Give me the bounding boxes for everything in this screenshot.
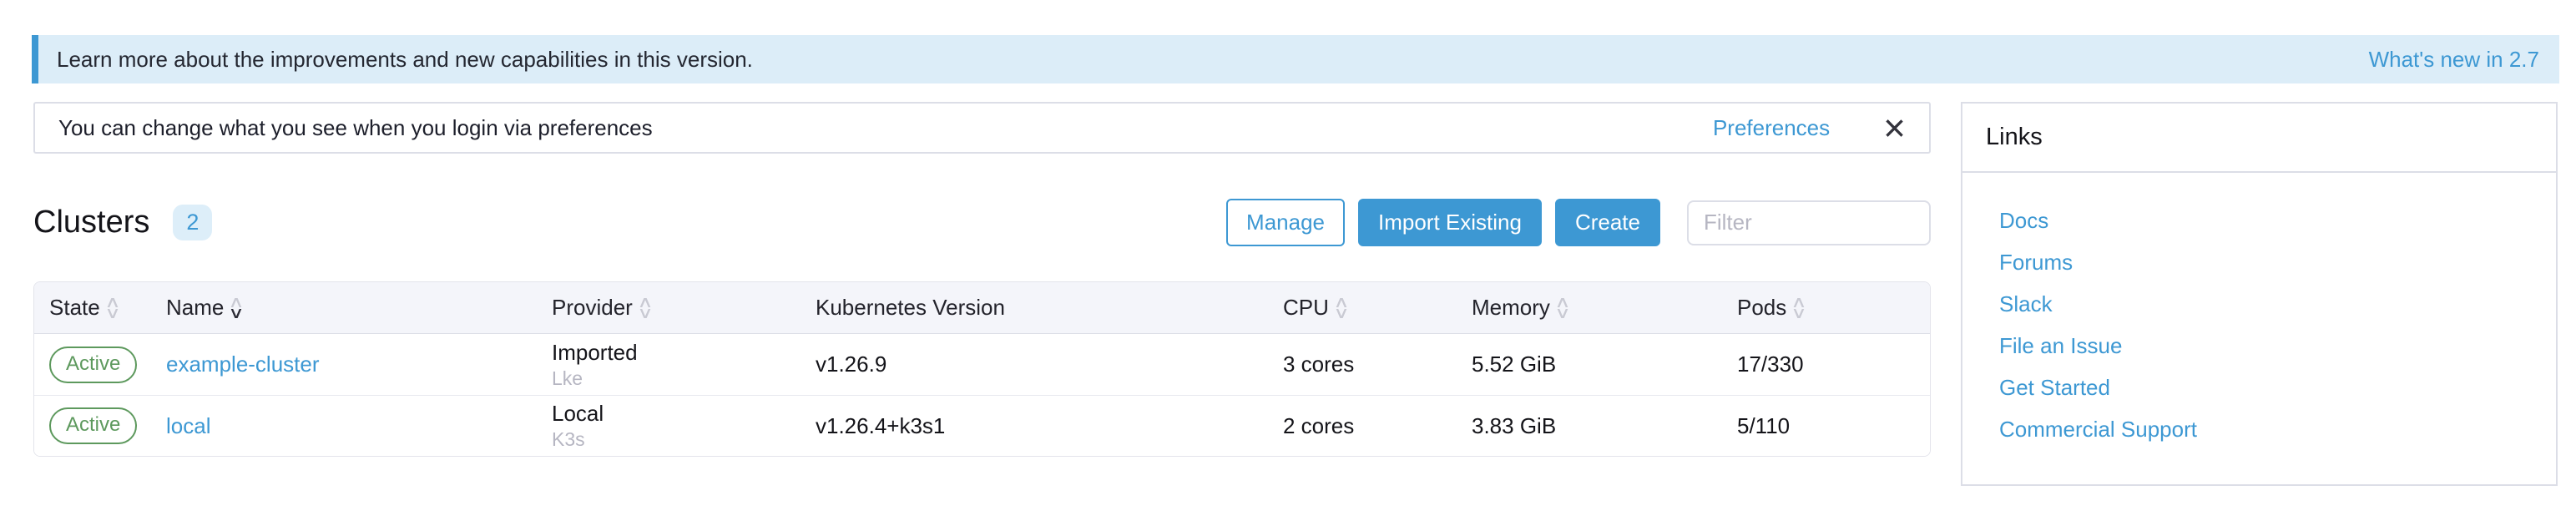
- banner-message: Learn more about the improvements and ne…: [57, 47, 753, 73]
- whats-new-banner: Learn more about the improvements and ne…: [32, 35, 2559, 83]
- import-existing-button[interactable]: Import Existing: [1358, 199, 1542, 246]
- memory-cell: 3.83 GiB: [1457, 413, 1722, 439]
- clusters-header: Clusters 2 Manage Import Existing Create: [33, 199, 1931, 246]
- manage-button[interactable]: Manage: [1226, 199, 1345, 246]
- clusters-table: State ∧∨ Name ∧∨ Provider ∧∨ Kubernetes …: [33, 281, 1931, 457]
- state-cell: Active: [34, 347, 151, 383]
- link-slack[interactable]: Slack: [1999, 291, 2533, 317]
- kubernetes-version-cell: v1.26.9: [801, 352, 1268, 377]
- cpu-cell: 2 cores: [1268, 413, 1457, 439]
- sort-icon: ∧∨: [1793, 297, 1805, 319]
- sort-icon: ∧∨: [639, 297, 651, 319]
- page-title: Clusters: [33, 205, 149, 240]
- cluster-name-link[interactable]: local: [166, 413, 210, 438]
- link-forums[interactable]: Forums: [1999, 250, 2533, 276]
- provider-cell: Local K3s: [537, 401, 801, 451]
- link-file-an-issue[interactable]: File an Issue: [1999, 333, 2533, 359]
- provider-cell: Imported Lke: [537, 340, 801, 390]
- links-list: Docs Forums Slack File an Issue Get Star…: [1962, 173, 2556, 484]
- create-button[interactable]: Create: [1555, 199, 1660, 246]
- preferences-link[interactable]: Preferences: [1713, 115, 1830, 141]
- sort-icon-active: ∧∨: [230, 297, 242, 319]
- filter-input[interactable]: [1687, 200, 1931, 245]
- preferences-notification: You can change what you see when you log…: [33, 102, 1931, 154]
- table-header-row: State ∧∨ Name ∧∨ Provider ∧∨ Kubernetes …: [34, 282, 1930, 334]
- link-commercial-support[interactable]: Commercial Support: [1999, 417, 2533, 443]
- sort-icon: ∧∨: [1336, 297, 1347, 319]
- links-panel-title: Links: [1962, 104, 2556, 173]
- state-cell: Active: [34, 407, 151, 444]
- whats-new-link[interactable]: What's new in 2.7: [2369, 47, 2539, 73]
- cpu-cell: 3 cores: [1268, 352, 1457, 377]
- status-badge: Active: [49, 407, 137, 444]
- notification-message: You can change what you see when you log…: [58, 115, 1713, 141]
- cluster-count-badge: 2: [173, 205, 212, 240]
- link-get-started[interactable]: Get Started: [1999, 375, 2533, 401]
- provider-name: Local: [552, 401, 801, 427]
- column-header-pods[interactable]: Pods ∧∨: [1722, 295, 1930, 321]
- column-header-state[interactable]: State ∧∨: [34, 295, 151, 321]
- sort-icon: ∧∨: [1557, 297, 1568, 319]
- table-row: Active example-cluster Imported Lke v1.2…: [34, 334, 1930, 395]
- provider-name: Imported: [552, 340, 801, 366]
- column-header-kubernetes-version: Kubernetes Version: [801, 295, 1268, 321]
- column-header-provider[interactable]: Provider ∧∨: [537, 295, 801, 321]
- kubernetes-version-cell: v1.26.4+k3s1: [801, 413, 1268, 439]
- link-docs[interactable]: Docs: [1999, 208, 2533, 234]
- status-badge: Active: [49, 347, 137, 383]
- memory-cell: 5.52 GiB: [1457, 352, 1722, 377]
- pods-cell: 5/110: [1722, 413, 1930, 439]
- name-cell: example-cluster: [151, 352, 537, 377]
- cluster-name-link[interactable]: example-cluster: [166, 352, 320, 377]
- name-cell: local: [151, 413, 537, 439]
- close-icon[interactable]: ×: [1883, 115, 1906, 140]
- column-header-memory[interactable]: Memory ∧∨: [1457, 295, 1722, 321]
- links-panel: Links Docs Forums Slack File an Issue Ge…: [1961, 102, 2558, 486]
- column-header-name[interactable]: Name ∧∨: [151, 295, 537, 321]
- provider-distro: Lke: [552, 367, 801, 390]
- provider-distro: K3s: [552, 428, 801, 451]
- sort-icon: ∧∨: [107, 297, 119, 319]
- column-header-cpu[interactable]: CPU ∧∨: [1268, 295, 1457, 321]
- table-row: Active local Local K3s v1.26.4+k3s1 2 co…: [34, 395, 1930, 456]
- pods-cell: 17/330: [1722, 352, 1930, 377]
